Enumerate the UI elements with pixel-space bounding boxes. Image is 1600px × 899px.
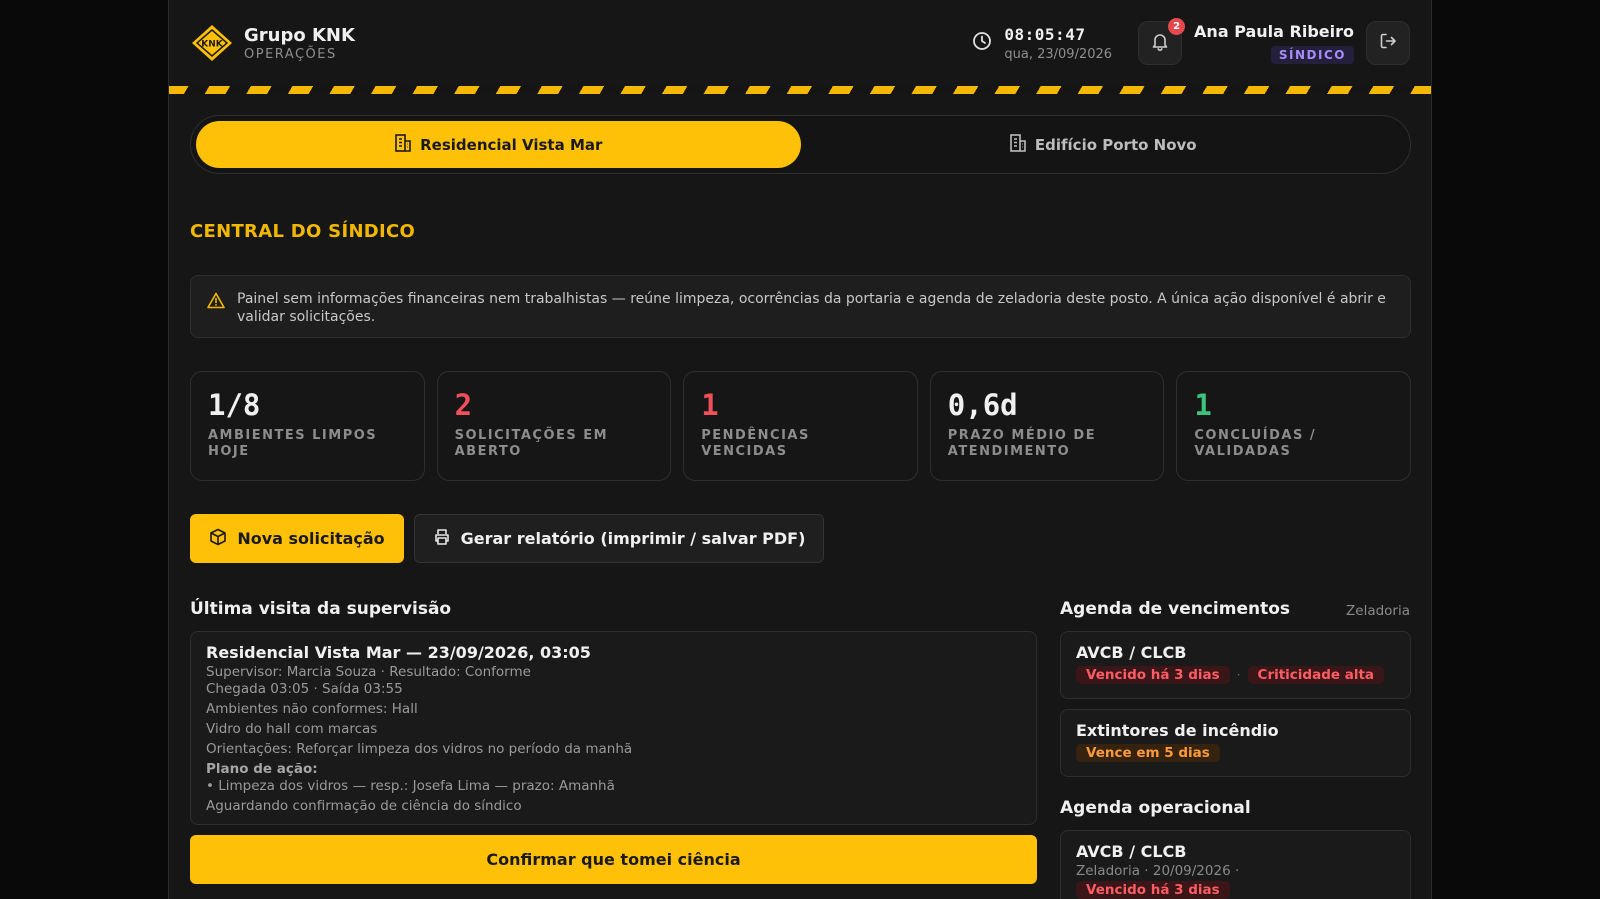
button-label: Nova solicitação xyxy=(237,529,385,548)
stat-card-clean-rooms: 1/8 AMBIENTES LIMPOS HOJE xyxy=(190,371,425,481)
stat-card-overdue: 1 PENDÊNCIAS VENCIDAS xyxy=(683,371,918,481)
generate-report-button[interactable]: Gerar relatório (imprimir / salvar PDF) xyxy=(414,514,824,563)
visit-supervisor: Supervisor: Marcia Souza · Resultado: Co… xyxy=(206,664,531,680)
brand-subtitle: OPERAÇÕES xyxy=(244,46,337,62)
clock: 08:05:47 qua, 23/09/2026 xyxy=(972,25,1112,62)
visit-heading: Residencial Vista Mar — 23/09/2026, 03:0… xyxy=(206,643,591,662)
stat-value: 1 xyxy=(1194,388,1212,422)
svg-text:KNK: KNK xyxy=(201,40,224,50)
visit-status: Aguardando confirmação de ciência do sín… xyxy=(206,798,522,814)
stat-label: AMBIENTES LIMPOS HOJE xyxy=(208,428,378,459)
user-role-badge: SÍNDICO xyxy=(1270,46,1354,64)
notifications-button[interactable]: 2 xyxy=(1138,18,1186,65)
button-label: Gerar relatório (imprimir / salvar PDF) xyxy=(460,529,806,548)
visit-times: Chegada 03:05 · Saída 03:55 xyxy=(206,681,403,697)
agenda-item-title: AVCB / CLCB xyxy=(1076,643,1187,662)
due-agenda-item[interactable]: AVCB / CLCB Vencido há 3 dias · Criticid… xyxy=(1060,631,1411,699)
tab-label: Residencial Vista Mar xyxy=(420,135,603,154)
stat-card-completed: 1 CONCLUÍDAS / VALIDADAS xyxy=(1176,371,1411,481)
notice-text: Painel sem informações financeiras nem t… xyxy=(237,291,1386,325)
stat-value: 1/8 xyxy=(208,388,261,422)
logout-button[interactable] xyxy=(1366,21,1410,65)
box-icon xyxy=(209,528,227,550)
due-agenda-filter-label[interactable]: Zeladoria xyxy=(1346,603,1410,619)
tab-label: Edifício Porto Novo xyxy=(1034,135,1197,154)
last-visit-card: Residencial Vista Mar — 23/09/2026, 03:0… xyxy=(190,631,1037,825)
visit-observation: Vidro do hall com marcas xyxy=(206,721,378,737)
stat-value: 1 xyxy=(701,388,719,422)
bell-icon xyxy=(1151,31,1169,55)
agenda-item-subtitle: Zeladoria · 20/09/2026 · xyxy=(1076,863,1240,879)
header-right: 08:05:47 qua, 23/09/2026 2 Ana Paula Rib… xyxy=(972,18,1410,65)
visit-nonconform: Ambientes não conformes: Hall xyxy=(206,701,418,717)
new-request-button[interactable]: Nova solicitação xyxy=(190,514,404,563)
tab-edificio-porto-novo[interactable]: Edifício Porto Novo xyxy=(801,121,1406,168)
warning-icon xyxy=(207,292,225,314)
brand[interactable]: KNK Grupo KNK OPERAÇÕES xyxy=(190,23,355,63)
tab-residencial-vista-mar[interactable]: Residencial Vista Mar xyxy=(196,121,801,168)
stat-value: 0,6d xyxy=(947,388,1018,422)
info-notice: Painel sem informações financeiras nem t… xyxy=(190,275,1411,338)
clock-date: qua, 23/09/2026 xyxy=(1004,46,1113,62)
confirm-awareness-button[interactable]: Confirmar que tomei ciência xyxy=(190,835,1037,884)
printer-icon xyxy=(433,528,451,550)
agenda-item-tags: Vencido há 3 dias xyxy=(1076,881,1395,899)
visit-plan-label: Plano de ação: xyxy=(206,761,318,777)
logout-icon xyxy=(1379,32,1397,54)
ops-agenda-item[interactable]: AVCB / CLCB Zeladoria · 20/09/2026 · Ven… xyxy=(1060,830,1411,899)
hazard-stripe-divider xyxy=(169,86,1431,94)
top-header: KNK Grupo KNK OPERAÇÕES 08:05:47 qua, 23… xyxy=(169,0,1431,86)
building-icon xyxy=(1009,133,1027,157)
last-visit-heading: Última visita da supervisão xyxy=(190,599,452,619)
stat-label: PRAZO MÉDIO DE ATENDIMENTO xyxy=(947,428,1097,459)
visit-plan-item: • Limpeza dos vidros — resp.: Josefa Lim… xyxy=(206,778,615,794)
building-icon xyxy=(394,133,412,157)
separator-dot: · xyxy=(1236,668,1241,682)
agenda-item-tags: Vence em 5 dias xyxy=(1076,744,1395,762)
app-window: KNK Grupo KNK OPERAÇÕES 08:05:47 qua, 23… xyxy=(168,0,1432,899)
visit-guidance: Orientações: Reforçar limpeza dos vidros… xyxy=(206,741,633,757)
criticality-badge: Criticidade alta xyxy=(1247,666,1385,684)
notification-count-badge: 2 xyxy=(1168,18,1186,35)
ops-agenda-heading: Agenda operacional xyxy=(1060,798,1251,818)
stat-card-open-requests: 2 SOLICITAÇÕES EM ABERTO xyxy=(436,371,672,481)
brand-name: Grupo KNK xyxy=(244,24,355,46)
due-agenda-item[interactable]: Extintores de incêndio Vence em 5 dias xyxy=(1060,709,1411,777)
stats-row: 1/8 AMBIENTES LIMPOS HOJE 2 SOLICITAÇÕES… xyxy=(190,371,1411,481)
agenda-item-tags: Vencido há 3 dias · Criticidade alta xyxy=(1076,666,1395,684)
knk-logo-icon: KNK xyxy=(190,23,234,63)
user-info[interactable]: Ana Paula Ribeiro SÍNDICO xyxy=(1194,22,1354,64)
building-tabs: Residencial Vista Mar Edifício Porto Nov… xyxy=(190,115,1411,174)
stat-label: SOLICITAÇÕES EM ABERTO xyxy=(454,428,609,459)
clock-icon xyxy=(972,31,992,55)
stat-card-avg-time: 0,6d PRAZO MÉDIO DE ATENDIMENTO xyxy=(929,371,1165,481)
overdue-badge: Vencido há 3 dias xyxy=(1076,881,1230,899)
stat-label: PENDÊNCIAS VENCIDAS xyxy=(701,428,810,459)
stat-label: CONCLUÍDAS / VALIDADAS xyxy=(1194,428,1317,459)
due-agenda-heading: Agenda de vencimentos xyxy=(1060,599,1291,619)
user-name: Ana Paula Ribeiro xyxy=(1194,22,1354,41)
overdue-badge: Vencido há 3 dias xyxy=(1076,666,1230,684)
stat-value: 2 xyxy=(454,388,473,422)
due-soon-badge: Vence em 5 dias xyxy=(1076,744,1220,762)
page-title: CENTRAL DO SÍNDICO xyxy=(190,221,416,242)
agenda-item-title: AVCB / CLCB xyxy=(1076,842,1187,861)
agenda-item-title: Extintores de incêndio xyxy=(1076,721,1279,740)
clock-time: 08:05:47 xyxy=(1004,24,1086,44)
